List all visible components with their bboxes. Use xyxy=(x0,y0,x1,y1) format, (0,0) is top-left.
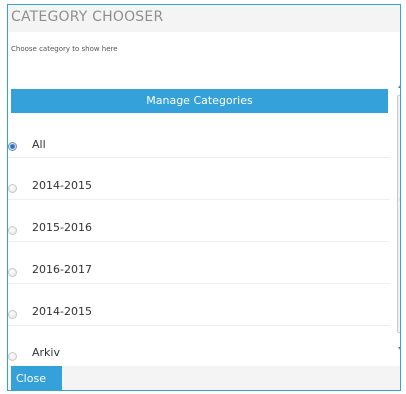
category-item-2016-2017[interactable]: 2016-2017 xyxy=(8,242,390,284)
category-chooser-dialog: CATEGORY CHOOSER Choose category to show… xyxy=(7,4,401,391)
category-label: Arkiv xyxy=(32,346,60,359)
scrollbar-thumb[interactable]: ≡ xyxy=(397,95,400,333)
close-button[interactable]: Close xyxy=(11,366,62,390)
category-radio[interactable] xyxy=(8,352,17,361)
category-item-2014-2015[interactable]: 2014-2015 xyxy=(8,158,390,200)
category-item-2015-2016[interactable]: 2015-2016 xyxy=(8,200,390,242)
category-label: 2014-2015 xyxy=(32,305,92,318)
category-radio[interactable] xyxy=(8,142,17,151)
grip-icon: ≡ xyxy=(399,197,400,203)
category-label: 2014-2015 xyxy=(32,179,92,192)
dialog-subtitle: Choose category to show here xyxy=(11,45,118,53)
scroll-up-arrow-icon[interactable] xyxy=(398,85,400,88)
category-radio[interactable] xyxy=(8,310,17,319)
list-scrollbar[interactable]: ≡ xyxy=(397,83,400,366)
manage-categories-button[interactable]: Manage Categories xyxy=(11,89,388,113)
dialog-footer: Close xyxy=(8,366,400,390)
category-item-all[interactable]: All xyxy=(8,116,390,158)
scroll-down-arrow-icon[interactable] xyxy=(398,347,400,350)
category-label: All xyxy=(32,138,46,151)
category-radio[interactable] xyxy=(8,226,17,235)
category-list: All 2014-2015 2015-2016 2016-2017 2014-2… xyxy=(8,116,390,361)
category-radio[interactable] xyxy=(8,184,17,193)
dialog-titlebar: CATEGORY CHOOSER xyxy=(8,5,400,32)
category-item-2014-2015-second[interactable]: 2014-2015 xyxy=(8,284,390,326)
category-item-arkiv[interactable]: Arkiv xyxy=(8,326,390,361)
category-label: 2015-2016 xyxy=(32,221,92,234)
dialog-title: CATEGORY CHOOSER xyxy=(11,9,164,25)
category-label: 2016-2017 xyxy=(32,263,92,276)
category-radio[interactable] xyxy=(8,268,17,277)
